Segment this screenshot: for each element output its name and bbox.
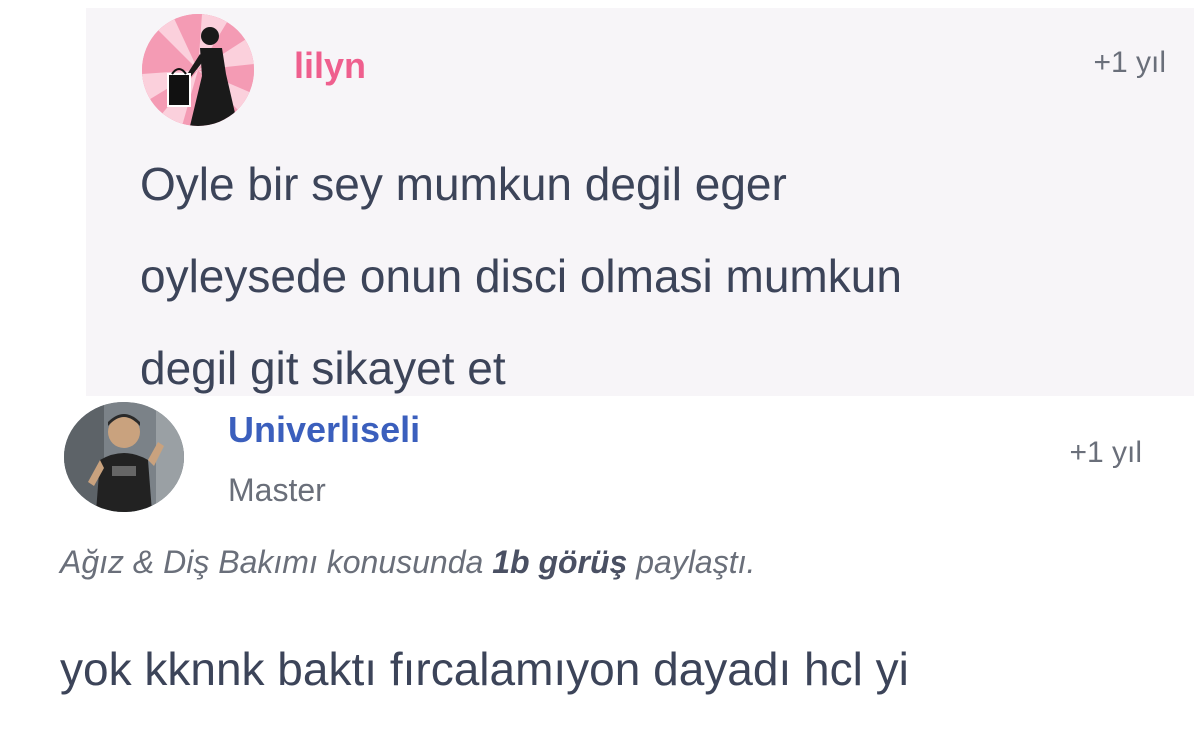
comment-context: Ağız & Diş Bakımı konusunda 1b görüş pay… <box>60 546 755 578</box>
user-rank-label: Master <box>228 472 326 508</box>
comment-avatar[interactable] <box>64 402 184 512</box>
reply-body-line: degil git sikayet et <box>140 342 506 394</box>
reply-timestamp: +1 yıl <box>1093 46 1166 79</box>
profile-avatar-icon <box>64 402 184 512</box>
reply-body: Oyle bir sey mumkun degil eger oyleysede… <box>140 138 1140 414</box>
profile-avatar-icon <box>142 14 254 126</box>
reply-avatar[interactable] <box>142 14 254 126</box>
context-prefix: Ağız & Diş Bakımı konusunda <box>60 544 493 580</box>
reply-username[interactable]: lilyn <box>294 48 366 84</box>
comment-username[interactable]: Univerliseli <box>228 412 420 448</box>
reply-body-line: oyleysede onun disci olmasi mumkun <box>140 250 902 302</box>
context-highlight[interactable]: 1b görüş <box>492 544 627 580</box>
comment-timestamp: +1 yıl <box>1069 436 1142 469</box>
comment-body: yok kknnk baktı fırcalamıyon dayadı hcl … <box>60 643 909 695</box>
context-suffix: paylaştı. <box>627 544 756 580</box>
reply-body-line: Oyle bir sey mumkun degil eger <box>140 158 787 210</box>
reply-card: lilyn +1 yıl Oyle bir sey mumkun degil e… <box>86 8 1194 396</box>
